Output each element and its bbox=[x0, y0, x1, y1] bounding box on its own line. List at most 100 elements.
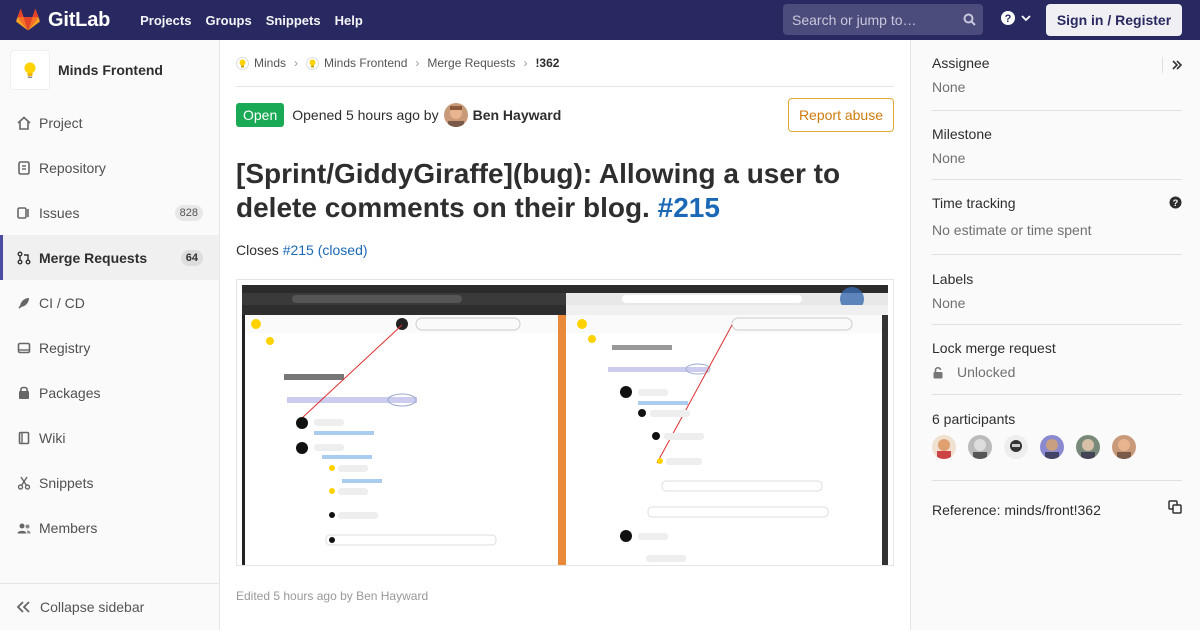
scissors-icon bbox=[16, 475, 32, 491]
breadcrumb: Minds › Minds Frontend › Merge Requests … bbox=[236, 40, 894, 87]
participant-avatar[interactable] bbox=[1040, 435, 1064, 459]
participant-avatar[interactable] bbox=[932, 435, 956, 459]
sidebar-item-label: Repository bbox=[39, 159, 106, 176]
report-abuse-button[interactable]: Report abuse bbox=[787, 98, 894, 132]
project-name: Minds Frontend bbox=[58, 62, 163, 78]
mr-header: Open Opened 5 hours ago by Ben Hayward R… bbox=[236, 87, 894, 143]
home-icon bbox=[16, 115, 32, 131]
mr-title-issue-link[interactable]: #215 bbox=[658, 192, 720, 223]
sidebar-item-label: Registry bbox=[39, 339, 91, 356]
time-tracking-value: No estimate or time spent bbox=[932, 222, 1092, 238]
sidebar-item-snippets[interactable]: Snippets bbox=[0, 460, 219, 505]
author-avatar[interactable] bbox=[443, 103, 468, 127]
double-chevron-left-icon bbox=[16, 601, 30, 613]
breadcrumb-merge-requests[interactable]: Merge Requests bbox=[427, 56, 515, 70]
double-chevron-right-icon bbox=[1172, 60, 1182, 70]
sidebar-item-registry[interactable]: Registry bbox=[0, 325, 219, 370]
sidebar-item-label: Packages bbox=[39, 384, 101, 401]
author-name[interactable]: Ben Hayward bbox=[473, 107, 562, 123]
assignee-block: Assignee None bbox=[932, 55, 1182, 111]
sign-in-button[interactable]: Sign in / Register bbox=[1046, 4, 1182, 36]
sidebar-item-issues[interactable]: Issues 828 bbox=[0, 190, 219, 235]
breadcrumb-minds[interactable]: Minds bbox=[236, 56, 286, 70]
help-dropdown-button[interactable]: ? bbox=[1000, 10, 1032, 26]
breadcrumb-separator: › bbox=[415, 56, 420, 70]
sidebar-item-label: Wiki bbox=[39, 429, 66, 446]
breadcrumb-separator: › bbox=[523, 56, 528, 70]
sidebar-item-ci-cd[interactable]: CI / CD bbox=[0, 280, 219, 325]
nav-snippets[interactable]: Snippets bbox=[259, 13, 328, 28]
doc-icon bbox=[16, 160, 32, 176]
svg-text:?: ? bbox=[1005, 13, 1012, 25]
closes-issue-link[interactable]: #215 (closed) bbox=[283, 242, 368, 258]
closes-label: Closes bbox=[236, 242, 279, 258]
participants-title: 6 participants bbox=[932, 411, 1016, 427]
labels-block: Labels None bbox=[932, 271, 1182, 325]
sidebar-item-members[interactable]: Members bbox=[0, 505, 219, 550]
book-icon bbox=[16, 430, 32, 446]
mr-title: [Sprint/GiddyGiraffe](bug): Allowing a u… bbox=[236, 157, 894, 225]
merge-request-icon bbox=[16, 250, 32, 266]
main-content: Minds › Minds Frontend › Merge Requests … bbox=[236, 40, 894, 603]
nav-projects[interactable]: Projects bbox=[133, 13, 198, 28]
status-badge: Open bbox=[236, 103, 285, 127]
sidebar-item-repository[interactable]: Repository bbox=[0, 145, 219, 190]
copy-icon[interactable] bbox=[1168, 500, 1182, 519]
participant-avatar[interactable] bbox=[968, 435, 992, 459]
labels-value: None bbox=[932, 295, 966, 311]
participant-avatar[interactable] bbox=[1076, 435, 1100, 459]
search-input[interactable]: Search or jump to… bbox=[783, 4, 983, 35]
gitlab-tanuki-icon bbox=[16, 9, 40, 31]
search-placeholder: Search or jump to… bbox=[792, 11, 917, 28]
package-icon bbox=[16, 385, 32, 401]
sidebar-item-label: Issues bbox=[39, 204, 80, 221]
rocket-icon bbox=[16, 295, 32, 311]
lock-status: Unlocked bbox=[932, 364, 1182, 380]
assignee-title: Assignee bbox=[932, 55, 990, 71]
participant-avatar[interactable] bbox=[1112, 435, 1136, 459]
participants-block: 6 participants bbox=[932, 411, 1182, 481]
gitlab-logo[interactable]: GitLab bbox=[16, 9, 110, 32]
breadcrumb-label: Minds Frontend bbox=[324, 56, 408, 70]
container-icon bbox=[16, 340, 32, 356]
description-screenshot-image[interactable] bbox=[242, 285, 888, 565]
milestone-value: None bbox=[932, 150, 966, 166]
assignee-value: None bbox=[932, 79, 966, 95]
brand-name: GitLab bbox=[48, 8, 111, 31]
lock-title: Lock merge request bbox=[932, 340, 1056, 356]
lightbulb-icon bbox=[24, 62, 36, 78]
lock-open-icon bbox=[933, 366, 943, 378]
sidebar-item-wiki[interactable]: Wiki bbox=[0, 415, 219, 460]
issues-icon bbox=[16, 205, 32, 221]
opened-text: Opened 5 hours ago by bbox=[292, 107, 439, 123]
merge-requests-count-badge: 64 bbox=[180, 249, 203, 266]
sidebar-item-project[interactable]: Project bbox=[0, 100, 219, 145]
project-header[interactable]: Minds Frontend bbox=[0, 40, 219, 100]
sidebar-item-packages[interactable]: Packages bbox=[0, 370, 219, 415]
sidebar-item-label: Merge Requests bbox=[39, 249, 148, 266]
search-icon bbox=[955, 13, 983, 26]
nav-groups[interactable]: Groups bbox=[198, 13, 258, 28]
sidebar-item-merge-requests[interactable]: Merge Requests 64 bbox=[0, 235, 219, 280]
collapse-sidebar-button[interactable]: Collapse sidebar bbox=[0, 583, 219, 630]
breadcrumb-current-mr[interactable]: !362 bbox=[535, 56, 559, 70]
mr-title-text: [Sprint/GiddyGiraffe](bug): Allowing a u… bbox=[236, 158, 841, 223]
closes-line: Closes #215 (closed) bbox=[236, 242, 894, 258]
lightbulb-icon bbox=[236, 56, 249, 70]
issues-count-badge: 828 bbox=[174, 204, 203, 221]
nav-help[interactable]: Help bbox=[328, 13, 370, 28]
breadcrumb-separator: › bbox=[294, 56, 299, 70]
project-avatar bbox=[10, 50, 50, 90]
breadcrumb-label: Minds bbox=[254, 56, 287, 70]
question-icon[interactable]: ? bbox=[1169, 196, 1182, 214]
time-tracking-block: Time tracking No estimate or time spent … bbox=[932, 195, 1182, 255]
users-icon bbox=[16, 520, 32, 536]
breadcrumb-minds-frontend[interactable]: Minds Frontend bbox=[306, 56, 407, 70]
reference-text: Reference: minds/front!362 bbox=[932, 501, 1101, 518]
expand-sidebar-toggle[interactable] bbox=[1162, 57, 1182, 73]
participant-avatar[interactable] bbox=[1004, 435, 1028, 459]
sidebar-item-label: Project bbox=[39, 114, 83, 131]
sidebar-item-label: Snippets bbox=[39, 474, 94, 491]
sidebar-item-label: Members bbox=[39, 519, 98, 536]
reference-block: Reference: minds/front!362 bbox=[932, 500, 1182, 519]
